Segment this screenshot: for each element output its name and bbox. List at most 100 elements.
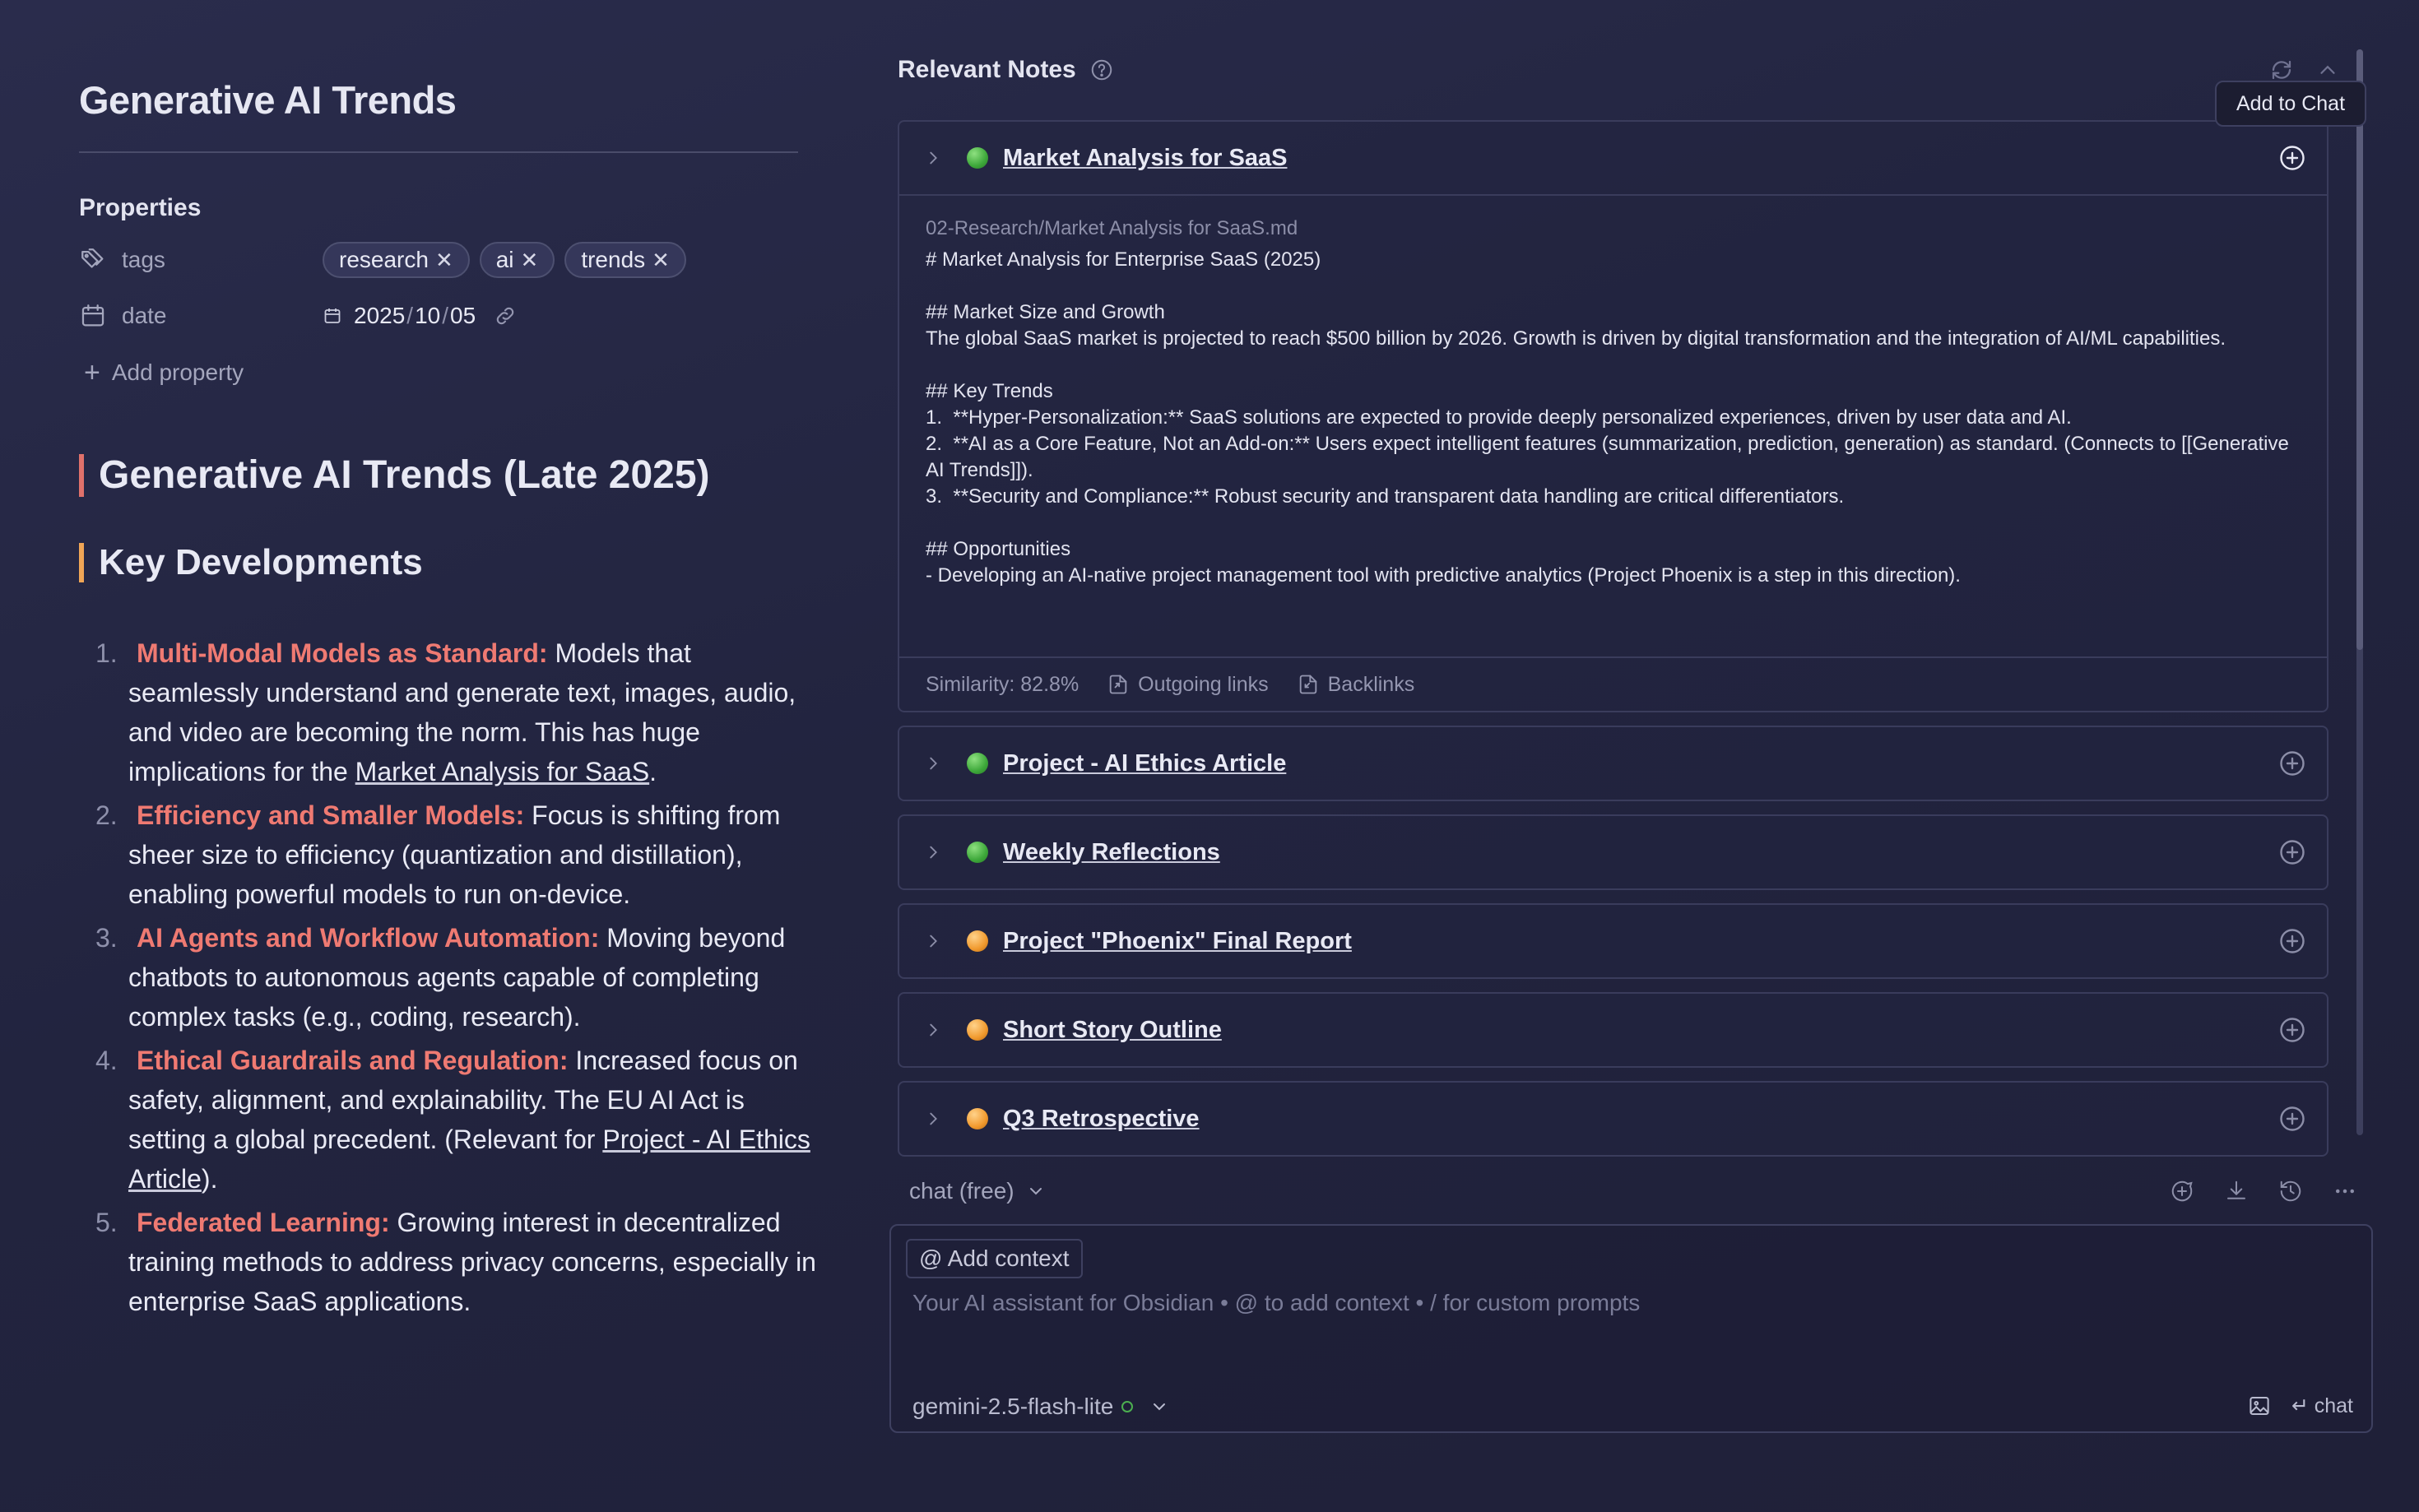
tag-pill[interactable]: research ✕ <box>323 242 470 278</box>
tag-label: ai <box>495 247 514 272</box>
item-heading: Efficiency and Smaller Models: <box>137 800 525 830</box>
chat-mode-dropdown[interactable]: chat (free) <box>909 1178 1046 1204</box>
card-footer: Similarity: 82.8% Outgoing links Backlin… <box>899 656 2327 711</box>
outgoing-links-label: Outgoing links <box>1138 672 1269 696</box>
property-tags: tags research ✕ ai ✕ trends ✕ <box>79 232 798 288</box>
sidebar-title: Relevant Notes <box>898 56 1076 83</box>
note-title[interactable]: Generative AI Trends <box>79 49 798 151</box>
card-header[interactable]: Weekly Reflections <box>899 816 2327 888</box>
status-dot <box>967 753 988 774</box>
list-number: 1. <box>95 638 118 668</box>
calendar-icon <box>81 304 104 327</box>
chevron-right-icon[interactable] <box>924 1110 942 1128</box>
image-upload-icon[interactable] <box>2247 1394 2272 1418</box>
heading-1[interactable]: Generative AI Trends (Late 2025) <box>79 454 710 497</box>
note-link[interactable]: Market Analysis for SaaS <box>1003 145 1287 172</box>
collapse-icon[interactable] <box>2315 58 2340 82</box>
model-status-indicator <box>1121 1401 1134 1412</box>
tag-pill[interactable]: trends ✕ <box>564 242 686 278</box>
more-options-icon[interactable] <box>2333 1179 2357 1204</box>
list-item[interactable]: 1. Multi-Modal Models as Standard: Models… <box>95 633 819 791</box>
model-name: gemini-2.5-flash-lite <box>912 1394 1114 1419</box>
add-to-chat-icon[interactable] <box>2277 1015 2307 1045</box>
chat-input-placeholder[interactable]: Your AI assistant for Obsidian • @ to ad… <box>912 1290 1640 1316</box>
list-item[interactable]: 2. Efficiency and Smaller Models: Focus i… <box>95 795 819 914</box>
date-input[interactable]: 2025/10/05 <box>323 303 517 329</box>
note-link[interactable]: Weekly Reflections <box>1003 839 1220 866</box>
chevron-right-icon[interactable] <box>924 1021 942 1039</box>
backlinks-label: Backlinks <box>1327 672 1415 696</box>
help-icon[interactable] <box>1089 58 1114 82</box>
card-header[interactable]: Short Story Outline <box>899 994 2327 1066</box>
send-chat-button[interactable]: ↵ chat <box>2291 1394 2353 1418</box>
add-to-chat-tooltip: Add to Chat <box>2215 81 2366 127</box>
sidebar-toolbar <box>2269 58 2340 82</box>
list-number: 3. <box>95 923 118 953</box>
relevant-note-card-expanded: Market Analysis for SaaS 02-Research/Mar… <box>898 120 2328 712</box>
add-to-chat-icon[interactable] <box>2277 1104 2307 1134</box>
heading-2[interactable]: Key Developments <box>79 543 423 582</box>
property-key-tags[interactable]: tags <box>79 246 323 274</box>
sidebar-header: Relevant Notes <box>898 56 1114 84</box>
date-picker-icon[interactable] <box>323 306 342 326</box>
chat-mode-label: chat (free) <box>909 1178 1014 1204</box>
chevron-right-icon[interactable] <box>924 932 942 950</box>
outgoing-links-icon <box>1109 675 1127 694</box>
backlinks-button[interactable]: Backlinks <box>1297 672 1415 697</box>
relevant-note-card: Project - AI Ethics Article <box>898 726 2328 801</box>
internal-link[interactable]: Market Analysis for SaaS <box>355 757 649 786</box>
add-to-chat-icon[interactable] <box>2277 749 2307 778</box>
remove-tag-icon[interactable]: ✕ <box>652 248 670 273</box>
refresh-icon[interactable] <box>2269 58 2294 82</box>
list-item[interactable]: 3. AI Agents and Workflow Automation: Mov… <box>95 918 819 1037</box>
chevron-right-icon[interactable] <box>924 754 942 772</box>
item-heading: AI Agents and Workflow Automation: <box>137 923 600 953</box>
card-header[interactable]: Project - AI Ethics Article <box>899 727 2327 800</box>
relevant-note-card: Q3 Retrospective <box>898 1081 2328 1157</box>
tag-pill[interactable]: ai ✕ <box>479 242 555 278</box>
note-link[interactable]: Project - AI Ethics Article <box>1003 750 1286 777</box>
backlinks-icon <box>1299 675 1316 694</box>
chevron-down-icon <box>1029 1188 1042 1195</box>
card-body: 02-Research/Market Analysis for SaaS.md … <box>899 194 2327 655</box>
note-link[interactable]: Short Story Outline <box>1003 1017 1222 1044</box>
note-pane: Generative AI Trends Properties tags res… <box>79 49 798 401</box>
property-date: date 2025/10/05 <box>79 288 798 344</box>
card-header[interactable]: Q3 Retrospective <box>899 1083 2327 1155</box>
card-header[interactable]: Market Analysis for SaaS <box>899 122 2327 194</box>
chat-input-box[interactable]: @ Add context Your AI assistant for Obsi… <box>889 1224 2373 1433</box>
add-to-chat-icon[interactable] <box>2277 143 2307 173</box>
status-dot <box>967 1108 988 1129</box>
properties-heading[interactable]: Properties <box>79 194 798 222</box>
new-chat-icon[interactable] <box>2170 1179 2194 1204</box>
download-icon[interactable] <box>2224 1179 2249 1204</box>
note-link[interactable]: Q3 Retrospective <box>1003 1106 1200 1133</box>
chat-actions <box>2170 1179 2357 1204</box>
item-heading: Federated Learning: <box>137 1208 390 1237</box>
property-key-date[interactable]: date <box>79 302 323 330</box>
tags-icon <box>81 248 104 268</box>
status-dot <box>967 930 988 952</box>
add-property-button[interactable]: + Add property <box>79 344 798 401</box>
add-context-button[interactable]: @ Add context <box>906 1239 1083 1278</box>
developments-list: 1. Multi-Modal Models as Standard: Models… <box>95 633 819 1325</box>
add-to-chat-icon[interactable] <box>2277 926 2307 956</box>
list-item[interactable]: 5. Federated Learning: Growing interest i… <box>95 1203 819 1321</box>
model-selector[interactable]: gemini-2.5-flash-lite <box>912 1394 1169 1420</box>
scrollbar-thumb[interactable] <box>2356 49 2363 650</box>
outgoing-links-button[interactable]: Outgoing links <box>1107 672 1269 697</box>
chevron-right-icon[interactable] <box>924 843 942 861</box>
remove-tag-icon[interactable]: ✕ <box>521 248 539 273</box>
list-item[interactable]: 4. Ethical Guardrails and Regulation: Inc… <box>95 1041 819 1199</box>
chevron-down-icon <box>1154 1403 1166 1411</box>
add-to-chat-icon[interactable] <box>2277 837 2307 867</box>
item-heading: Multi-Modal Models as Standard: <box>137 638 548 668</box>
chat-send-area: ↵ chat <box>2247 1394 2353 1418</box>
history-icon[interactable] <box>2278 1179 2303 1204</box>
chevron-right-icon[interactable] <box>924 149 942 167</box>
card-header[interactable]: Project "Phoenix" Final Report <box>899 905 2327 977</box>
note-link[interactable]: Project "Phoenix" Final Report <box>1003 928 1352 955</box>
remove-tag-icon[interactable]: ✕ <box>435 248 453 273</box>
tag-label: trends <box>581 247 646 272</box>
link-icon[interactable] <box>494 304 517 327</box>
